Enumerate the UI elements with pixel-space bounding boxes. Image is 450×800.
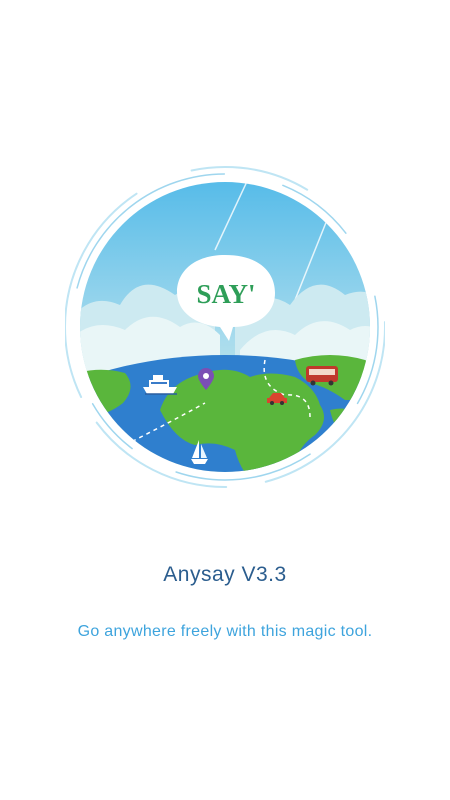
tagline: Go anywhere freely with this magic tool. (77, 623, 373, 640)
app-name: Anysay V3.3 (163, 563, 287, 586)
logo-text: SAY' (196, 279, 255, 309)
globe-illustration: SAY' (65, 166, 385, 488)
splash-screen: SAY' Anysay V3.3 Go anywhere freely with… (0, 0, 450, 800)
